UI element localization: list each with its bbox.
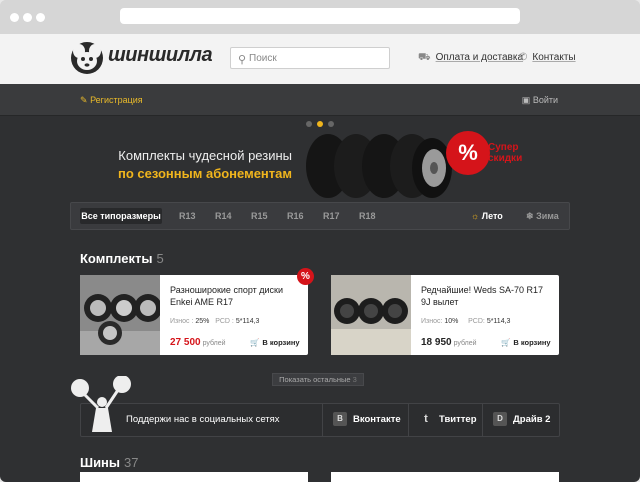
filter-all-sizes[interactable]: Все типоразмеры xyxy=(80,208,162,224)
window-dot-icon[interactable] xyxy=(36,13,45,22)
promo-line-2: по сезонным абонементам xyxy=(117,166,292,181)
pencil-icon: ✎ xyxy=(80,95,88,105)
slider-dot[interactable] xyxy=(306,121,312,127)
product-meta: Износ : 25% PCD : 5*114,3 xyxy=(170,318,260,325)
vk-button[interactable]: B Вконтакте xyxy=(322,404,409,436)
search-input[interactable] xyxy=(249,51,385,65)
product-card-partial[interactable] xyxy=(80,472,308,482)
product-title[interactable]: Редчайшие! Weds SA-70 R17 9J вылет xyxy=(421,284,553,308)
snowflake-icon: ❄ xyxy=(526,211,534,221)
cheerleader-icon xyxy=(71,376,131,432)
window-dot-icon[interactable] xyxy=(10,13,19,22)
slider-dot[interactable] xyxy=(328,121,334,127)
twitter-icon: t xyxy=(424,413,428,426)
product-photo xyxy=(331,275,411,355)
filter-summer[interactable]: ☼ Лето xyxy=(471,211,503,221)
product-card-partial[interactable] xyxy=(331,472,559,482)
promo-line-1: Комплекты чудесной резины xyxy=(118,148,292,163)
cart-icon: 🛒 xyxy=(250,338,260,347)
product-photo xyxy=(80,275,160,355)
phone-icon: ✆ xyxy=(519,52,528,63)
product-card[interactable]: Редчайшие! Weds SA-70 R17 9J вылет Износ… xyxy=(331,275,559,355)
filter-size-r17[interactable]: R17 xyxy=(323,211,340,221)
vk-icon: B xyxy=(333,412,347,427)
slider-dot-active[interactable] xyxy=(317,121,323,127)
search-icon: ⚲ xyxy=(238,54,247,66)
add-to-cart-button[interactable]: 🛒 В корзину xyxy=(250,338,300,347)
social-text: Поддержи нас в социальных сетях xyxy=(126,414,280,425)
show-more-button[interactable]: Показать остальные 3 xyxy=(272,373,364,386)
filter-size-r13[interactable]: R13 xyxy=(179,211,196,221)
drive2-icon: D xyxy=(493,412,507,427)
product-title[interactable]: Разноширокие спорт диски Enkei AME R17 xyxy=(170,284,302,308)
product-meta: Износ: 10% PCD: 5*114,3 xyxy=(421,318,511,325)
product-price: 18 950 рублей xyxy=(421,337,477,348)
register-link[interactable]: ✎ Регистрация xyxy=(80,95,143,106)
browser-chrome xyxy=(0,0,640,34)
logo-text[interactable]: шиншилла xyxy=(108,44,213,67)
add-to-cart-button[interactable]: 🛒 В корзину xyxy=(501,338,551,347)
twitter-button[interactable]: t Твиттер xyxy=(408,404,482,436)
filter-winter[interactable]: ❄ Зима xyxy=(526,211,559,222)
delivery-link[interactable]: ⛟ Оплата и доставка xyxy=(418,52,523,65)
tires-section-title: Шины 37 xyxy=(80,455,139,470)
sale-badge: % xyxy=(297,268,314,285)
filter-size-r16[interactable]: R16 xyxy=(287,211,304,221)
browser-window: шиншилла ⚲ ⛟Оплата и доставка ✆Контакты … xyxy=(0,0,640,482)
address-bar[interactable] xyxy=(120,8,520,24)
search-box[interactable]: ⚲ xyxy=(230,47,390,69)
sets-section-title: Комплекты 5 xyxy=(80,251,164,266)
truck-icon: ⛟ xyxy=(418,52,431,63)
login-link[interactable]: ▣ Войти xyxy=(522,95,558,106)
chinchilla-logo-icon xyxy=(71,42,103,74)
lock-icon: ▣ xyxy=(521,95,531,105)
filter-size-r14[interactable]: R14 xyxy=(215,211,232,221)
filter-size-r15[interactable]: R15 xyxy=(251,211,268,221)
super-sale-text: Супер скидки xyxy=(488,142,523,164)
contacts-link[interactable]: ✆ Контакты xyxy=(519,52,576,63)
product-price: 27 500 рублей xyxy=(170,337,226,348)
filter-size-r18[interactable]: R18 xyxy=(359,211,376,221)
tires-image xyxy=(306,134,452,198)
super-sale-badge[interactable]: % xyxy=(446,131,490,175)
sun-icon: ☼ xyxy=(471,211,480,221)
drive2-button[interactable]: D Драйв 2 xyxy=(482,404,560,436)
product-card[interactable]: Разноширокие спорт диски Enkei AME R17 И… xyxy=(80,275,308,355)
cart-icon: 🛒 xyxy=(501,338,511,347)
window-dot-icon[interactable] xyxy=(23,13,32,22)
